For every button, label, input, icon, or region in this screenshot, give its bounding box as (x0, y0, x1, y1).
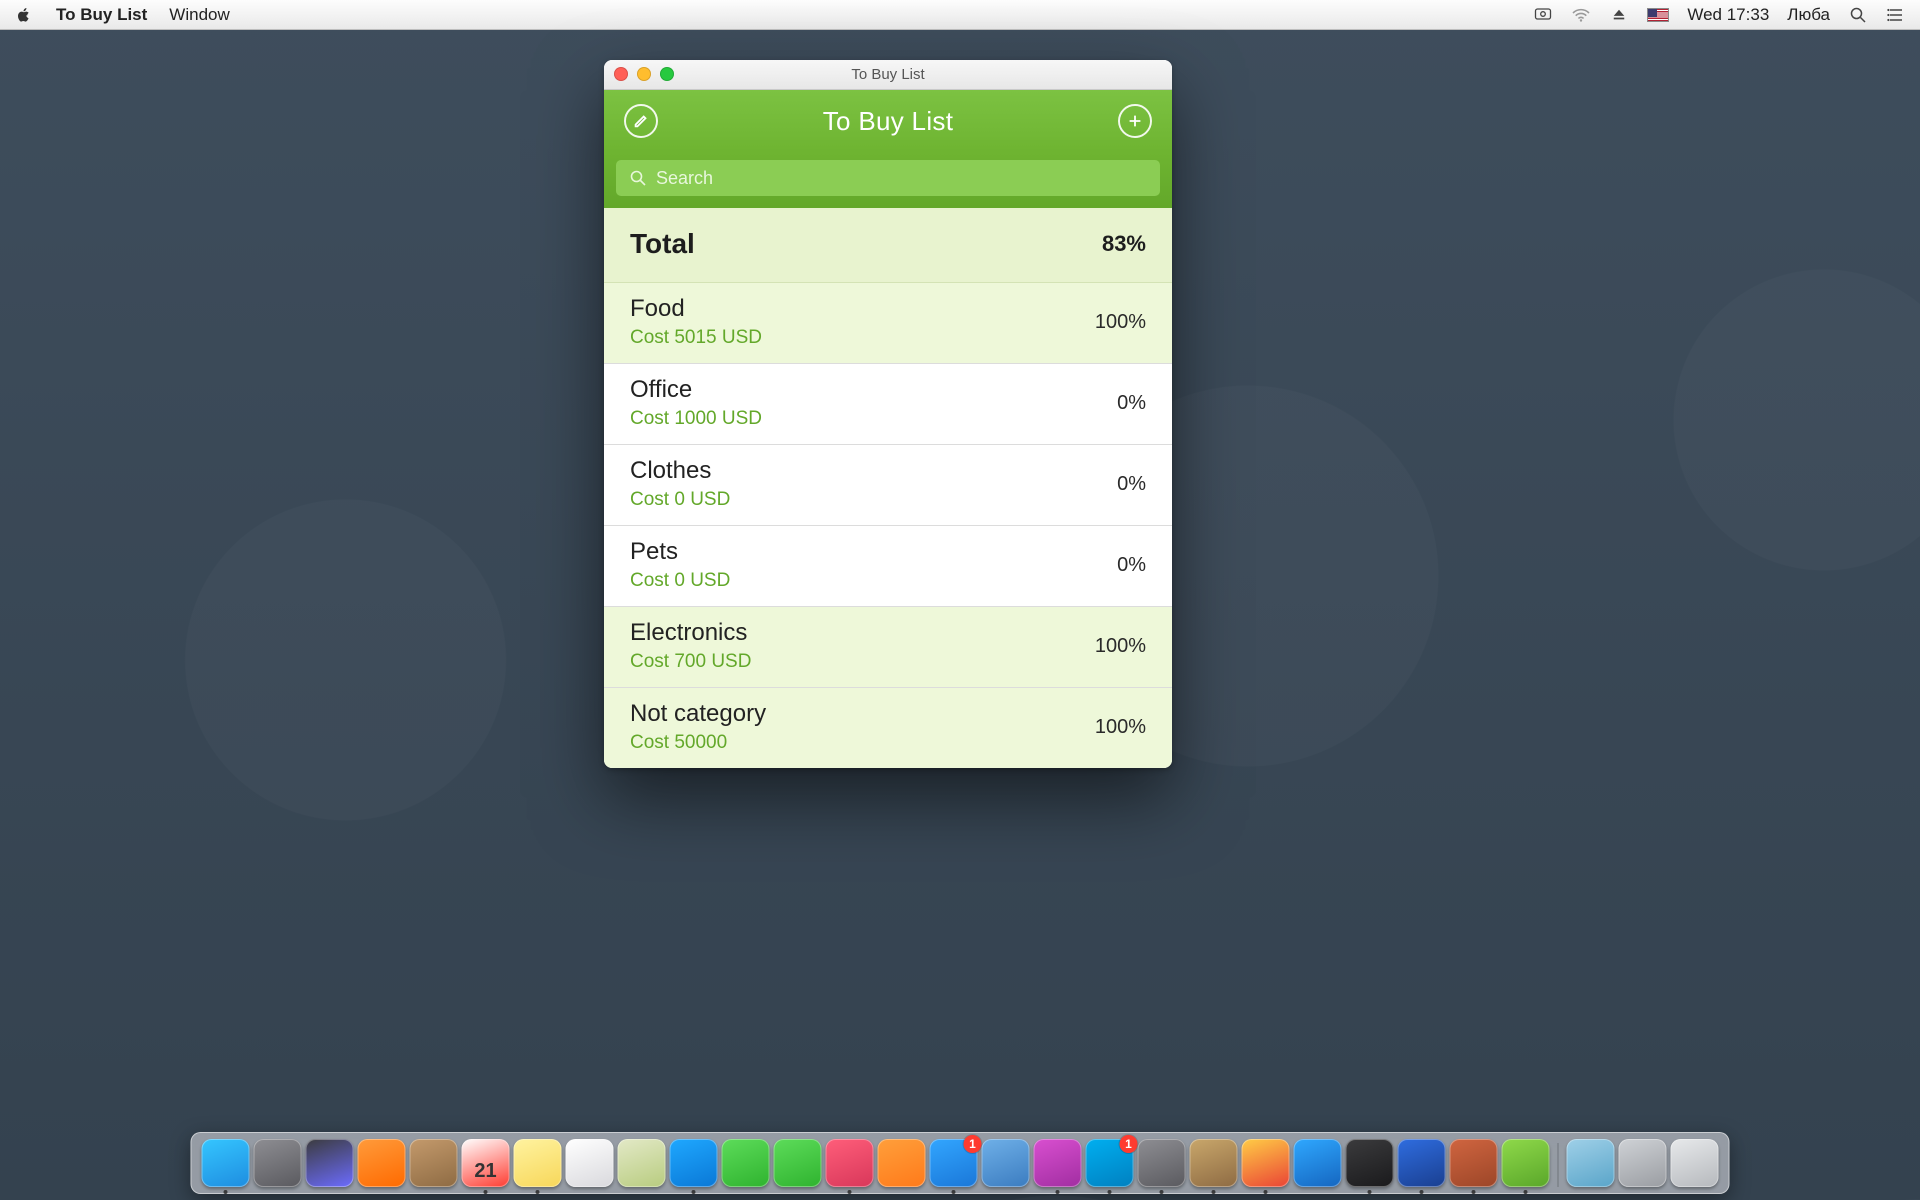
search-bar-container (604, 152, 1172, 208)
category-percent: 100% (1095, 716, 1146, 739)
dock-app-safari[interactable] (1294, 1139, 1342, 1187)
category-name: Electronics (630, 619, 751, 647)
dock-app-messages-blue[interactable] (670, 1139, 718, 1187)
category-percent: 100% (1095, 635, 1146, 658)
dock-app-mail[interactable] (1190, 1139, 1238, 1187)
category-cost: Cost 700 USD (630, 651, 751, 673)
eject-icon[interactable] (1609, 5, 1629, 25)
search-bar[interactable] (616, 160, 1160, 196)
category-list: Food Cost 5015 USD 100% Office Cost 1000 USD… (604, 283, 1172, 768)
app-header: To Buy List (604, 90, 1172, 152)
category-name: Food (630, 295, 762, 323)
category-row[interactable]: Office Cost 1000 USD 0% (604, 364, 1172, 445)
category-percent: 0% (1117, 473, 1146, 496)
category-name: Not category (630, 700, 766, 728)
dock-app-ibooks[interactable] (878, 1139, 926, 1187)
category-percent: 0% (1117, 554, 1146, 577)
desktop: To Buy List Window Wed 17:33 Люба (0, 0, 1920, 1200)
total-row: Total 83% (604, 208, 1172, 283)
apple-menu-icon[interactable] (14, 5, 34, 25)
dock-app-facetime[interactable] (774, 1139, 822, 1187)
category-name: Pets (630, 538, 730, 566)
category-cost: Cost 50000 (630, 732, 766, 754)
app-window: To Buy List To Buy List Total 83% Food Co… (604, 60, 1172, 768)
dock-app-desktop-stack[interactable] (1619, 1139, 1667, 1187)
category-cost: Cost 1000 USD (630, 408, 762, 430)
dock-app-itunes[interactable] (826, 1139, 874, 1187)
dock-badge: 1 (1120, 1135, 1138, 1153)
category-name: Office (630, 376, 762, 404)
window-title: To Buy List (851, 66, 924, 83)
notification-center-icon[interactable] (1886, 5, 1906, 25)
category-row[interactable]: Pets Cost 0 USD 0% (604, 526, 1172, 607)
category-row[interactable]: Food Cost 5015 USD 100% (604, 283, 1172, 364)
dock-app-magnet[interactable] (1034, 1139, 1082, 1187)
category-percent: 0% (1117, 392, 1146, 415)
category-cost: Cost 0 USD (630, 570, 730, 592)
dock-app-photo-booth[interactable] (358, 1139, 406, 1187)
dock-app-preview[interactable] (982, 1139, 1030, 1187)
dock: 2111 (191, 1132, 1730, 1194)
dock-app-transmission[interactable] (1450, 1139, 1498, 1187)
window-zoom-button[interactable] (660, 67, 674, 81)
category-name: Clothes (630, 457, 730, 485)
app-header-title: To Buy List (823, 106, 953, 137)
dock-app-thunderbird[interactable] (1398, 1139, 1446, 1187)
window-minimize-button[interactable] (637, 67, 651, 81)
dock-app-mission-control[interactable] (306, 1139, 354, 1187)
menubar-user[interactable]: Люба (1787, 5, 1830, 25)
dock-app-notes[interactable] (514, 1139, 562, 1187)
dock-app-trash[interactable] (1671, 1139, 1719, 1187)
dock-app-downloads[interactable] (1567, 1139, 1615, 1187)
menubar: To Buy List Window Wed 17:33 Люба (0, 0, 1920, 30)
edit-button[interactable] (624, 104, 658, 138)
dock-app-contacts[interactable] (410, 1139, 458, 1187)
dock-app-tobuylist[interactable] (1502, 1139, 1550, 1187)
search-input[interactable] (656, 168, 1148, 189)
dock-app-launchpad[interactable] (254, 1139, 302, 1187)
dock-badge: 1 (964, 1135, 982, 1153)
total-percent: 83% (1102, 231, 1146, 257)
dock-app-appstore[interactable]: 1 (930, 1139, 978, 1187)
menubar-app-name[interactable]: To Buy List (56, 5, 147, 25)
dock-app-messages-green[interactable] (722, 1139, 770, 1187)
window-titlebar[interactable]: To Buy List (604, 60, 1172, 90)
dock-app-reminders[interactable] (566, 1139, 614, 1187)
category-cost: Cost 0 USD (630, 489, 730, 511)
input-source-us-flag-icon[interactable] (1647, 8, 1669, 22)
spotlight-icon[interactable] (1848, 5, 1868, 25)
dock-separator (1558, 1143, 1559, 1187)
dock-app-skype[interactable]: 1 (1086, 1139, 1134, 1187)
dock-app-finder[interactable] (202, 1139, 250, 1187)
category-cost: Cost 5015 USD (630, 327, 762, 349)
dock-app-chrome[interactable] (1242, 1139, 1290, 1187)
category-row[interactable]: Clothes Cost 0 USD 0% (604, 445, 1172, 526)
screencast-icon[interactable] (1533, 5, 1553, 25)
menubar-menu-window[interactable]: Window (169, 5, 229, 25)
search-icon (628, 168, 648, 188)
window-close-button[interactable] (614, 67, 628, 81)
menubar-clock[interactable]: Wed 17:33 (1687, 5, 1769, 25)
dock-app-calendar[interactable]: 21 (462, 1139, 510, 1187)
category-row[interactable]: Not category Cost 50000 100% (604, 688, 1172, 768)
category-percent: 100% (1095, 311, 1146, 334)
dock-app-maps[interactable] (618, 1139, 666, 1187)
wifi-icon[interactable] (1571, 5, 1591, 25)
total-label: Total (630, 228, 695, 260)
dock-app-activity[interactable] (1346, 1139, 1394, 1187)
category-row[interactable]: Electronics Cost 700 USD 100% (604, 607, 1172, 688)
add-button[interactable] (1118, 104, 1152, 138)
dock-app-photos[interactable] (1138, 1139, 1186, 1187)
